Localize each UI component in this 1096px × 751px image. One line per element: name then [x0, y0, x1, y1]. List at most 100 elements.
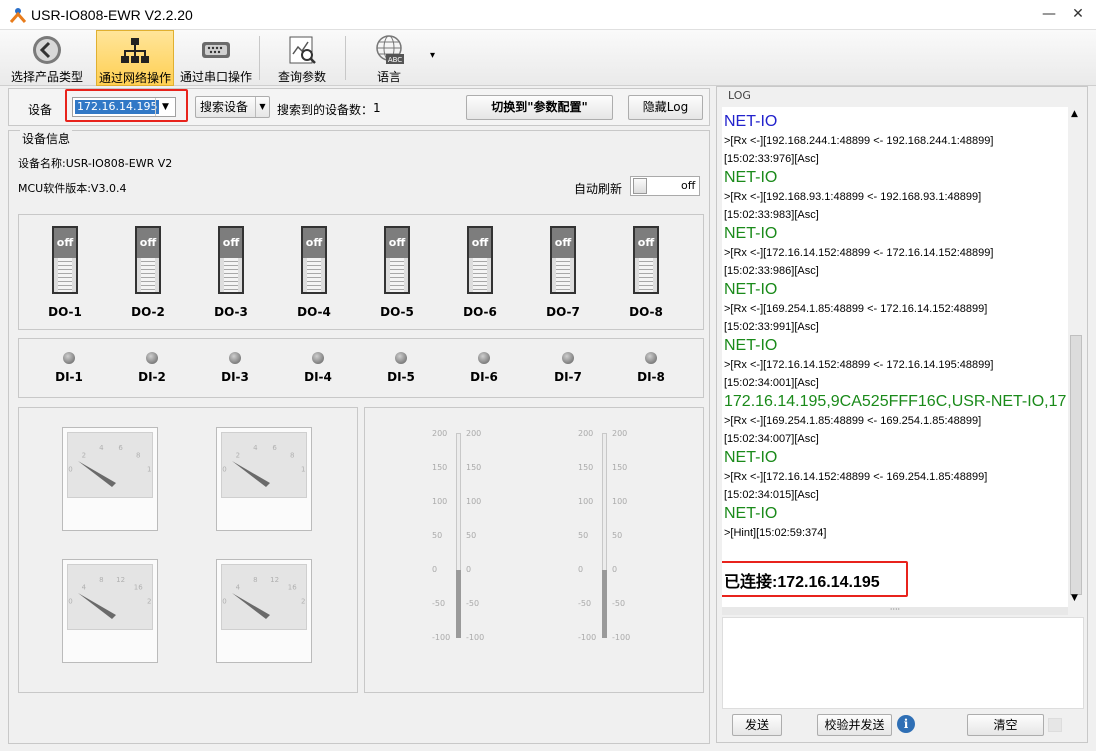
toolbar-separator	[259, 36, 260, 80]
network-operation-button[interactable]: 通过网络操作	[96, 30, 174, 86]
log-message: NET-IO	[724, 505, 778, 522]
chevron-down-icon[interactable]: ▼	[155, 98, 175, 116]
log-detail: >[Rx <-][172.16.14.152:48899 <- 172.16.1…	[724, 359, 994, 371]
do-switch[interactable]: off	[52, 226, 78, 294]
auto-refresh-label: 自动刷新	[574, 182, 623, 196]
clear-button[interactable]: 清空	[967, 714, 1044, 736]
do-switch[interactable]: off	[218, 226, 244, 294]
toolbar-label: 查询参数	[277, 70, 326, 84]
log-scrollbar[interactable]: ▲ ▼	[1068, 107, 1084, 607]
gauge-tick-label: 20	[147, 597, 153, 605]
di-indicator-icon	[229, 352, 241, 364]
slider-tick-label: 0	[612, 565, 618, 574]
gauge-tick-label: 0	[68, 597, 72, 605]
serial-operation-button[interactable]: 通过串口操作	[178, 30, 254, 86]
slider-tick-label: 200	[612, 429, 628, 438]
do-switch-state: off	[220, 228, 242, 258]
close-button[interactable]: ✕	[1066, 2, 1090, 26]
slider-tick-label: 150	[612, 463, 628, 472]
query-parameters-button[interactable]: 查询参数	[268, 30, 336, 86]
analog-sliders-panel	[364, 407, 704, 693]
gauge-tick-label: 6	[118, 444, 123, 452]
gauge-tick-label: 10	[301, 465, 307, 473]
search-devices-button[interactable]: 搜索设备 ▼	[195, 96, 270, 118]
chevron-down-icon[interactable]: ▼	[255, 97, 269, 117]
slider-tick-label: 0	[578, 565, 584, 574]
do-switch[interactable]: off	[384, 226, 410, 294]
device-select[interactable]: 172.16.14.195 ▼	[72, 97, 176, 117]
slider-tick-label: -50	[578, 599, 592, 608]
log-detail: >[Rx <-][172.16.14.152:48899 <- 172.16.1…	[724, 247, 994, 259]
auto-refresh-toggle[interactable]: off	[630, 176, 700, 196]
log-message: NET-IO	[724, 449, 778, 466]
toolbar-separator	[345, 36, 346, 80]
gauge-face: 0 4 8 12 16 20	[221, 564, 307, 630]
di-label: DI-1	[55, 370, 83, 384]
log-message: NET-IO	[724, 225, 778, 242]
minimize-button[interactable]: —	[1037, 2, 1061, 26]
gauge-tick-label: 12	[270, 576, 279, 584]
do-switch-state: off	[386, 228, 408, 258]
title-bar: USR-IO808-EWR V2.2.20 — ✕	[0, 0, 1096, 30]
gauge-tick-label: 6	[272, 444, 277, 452]
toolbar-label: 通过串口操作	[179, 70, 252, 84]
di-indicator-icon	[312, 352, 324, 364]
scroll-thumb[interactable]	[1070, 335, 1082, 595]
send-input[interactable]	[722, 617, 1084, 709]
gauge-needle	[232, 461, 270, 487]
analog-gauge: 0 2 4 6 8 10	[216, 427, 312, 531]
slider-tick-label: 0	[432, 565, 438, 574]
slider-tick-label: 200	[432, 429, 448, 438]
query-chart-icon	[289, 36, 316, 64]
scroll-down-icon[interactable]: ▼	[1071, 593, 1078, 603]
di-indicator-icon	[478, 352, 490, 364]
switch-to-config-button[interactable]: 切换到"参数配置"	[466, 95, 613, 120]
do-switch[interactable]: off	[135, 226, 161, 294]
gauge-face: 0 2 4 6 8 10	[221, 432, 307, 498]
do-switch[interactable]: off	[633, 226, 659, 294]
scroll-up-icon[interactable]: ▲	[1071, 109, 1078, 119]
do-switch[interactable]: off	[301, 226, 327, 294]
di-indicator-icon	[146, 352, 158, 364]
slider-tick-label: 200	[578, 429, 594, 438]
back-arrow-icon	[33, 36, 61, 64]
slider-tick-label: 100	[612, 497, 628, 506]
di-indicator-icon	[645, 352, 657, 364]
send-button[interactable]: 发送	[732, 714, 782, 736]
gauge-tick-label: 0	[222, 465, 226, 473]
toolbar: 选择产品类型 通过网络操作 通过串口操作 查询参数 ABC 语言 ▾	[0, 30, 1096, 86]
digital-inputs-panel	[18, 338, 704, 398]
log-output[interactable]: NET-IO >[Rx <-][192.168.244.1:48899 <- 19…	[722, 107, 1068, 607]
log-detail: [15:02:33:983][Asc]	[724, 209, 819, 221]
do-switch[interactable]: off	[550, 226, 576, 294]
gauge-tick-label: 10	[147, 465, 153, 473]
gauge-dial: 0 4 8 12 16 20	[68, 576, 153, 619]
gauge-face: 0 4 8 12 16 20	[67, 564, 153, 630]
device-select-value: 172.16.14.195	[75, 100, 160, 114]
slider-tick-label: 50	[612, 531, 623, 540]
mcu-version-text: MCU软件版本:V3.0.4	[18, 182, 127, 195]
log-detail: >[Rx <-][192.168.244.1:48899 <- 192.168.…	[724, 135, 994, 147]
found-devices-count: 1	[373, 101, 381, 115]
language-button[interactable]: ABC 语言	[356, 30, 422, 86]
language-dropdown-icon[interactable]: ▾	[430, 50, 435, 61]
gauge-tick-label: 20	[301, 597, 307, 605]
di-label: DI-2	[138, 370, 166, 384]
do-switch-grip	[556, 258, 570, 292]
di-indicator-icon	[562, 352, 574, 364]
do-switch[interactable]: off	[467, 226, 493, 294]
log-entries: NET-IO >[Rx <-][192.168.244.1:48899 <- 19…	[722, 107, 1068, 542]
splitter-handle[interactable]: ····	[722, 606, 1068, 615]
slider-tick-label: 100	[466, 497, 482, 506]
do-label: DO-1	[48, 305, 82, 319]
checkbox[interactable]	[1048, 718, 1062, 732]
info-icon[interactable]: i	[897, 715, 915, 733]
log-message: NET-IO	[724, 281, 778, 298]
gauge-tick-label: 2	[236, 452, 240, 460]
do-label: DO-5	[380, 305, 414, 319]
di-label: DI-8	[637, 370, 665, 384]
gauge-tick-label: 8	[136, 452, 140, 460]
hide-log-button[interactable]: 隐藏Log	[628, 95, 703, 120]
checksum-send-button[interactable]: 校验并发送	[817, 714, 892, 736]
select-product-type-button[interactable]: 选择产品类型	[6, 30, 88, 86]
